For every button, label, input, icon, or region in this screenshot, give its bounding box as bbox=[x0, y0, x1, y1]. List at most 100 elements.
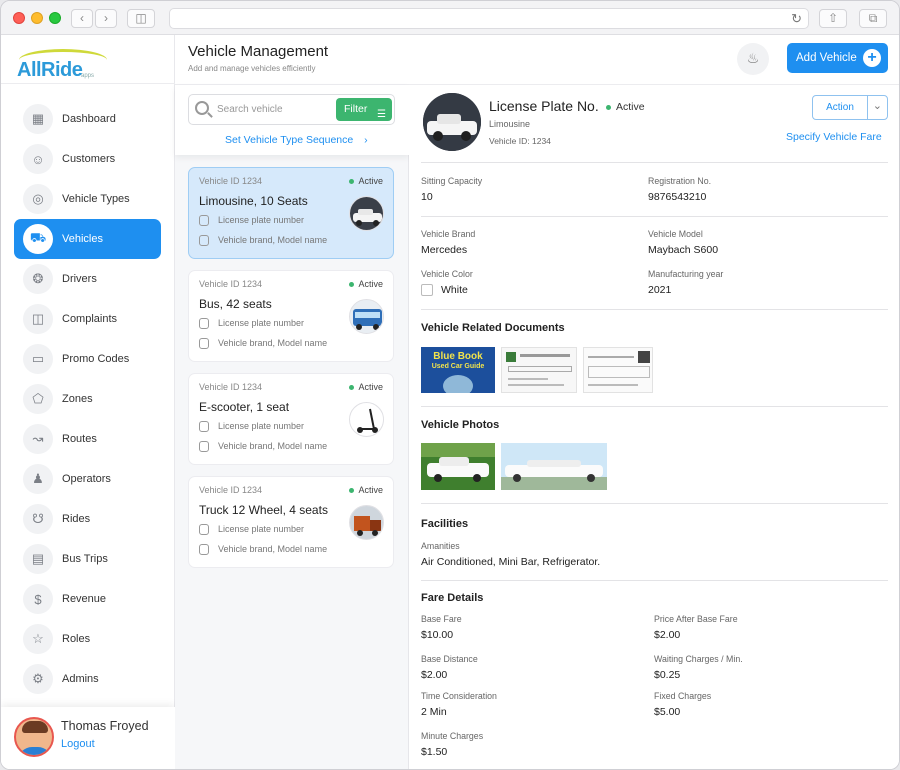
user-card: Thomas Froyed Logout bbox=[1, 707, 175, 769]
vehicle-photo-1[interactable] bbox=[421, 443, 495, 490]
blue-book-title: Blue Book bbox=[433, 351, 483, 362]
divider bbox=[421, 162, 888, 163]
minimize-window-button[interactable] bbox=[31, 12, 43, 24]
registration-value: 9876543210 bbox=[648, 191, 707, 203]
user-name: Thomas Froyed bbox=[61, 719, 149, 733]
brand-text: Vehicle brand, Model name bbox=[218, 544, 328, 554]
avatar[interactable] bbox=[14, 717, 54, 757]
forward-icon[interactable]: › bbox=[95, 9, 117, 28]
vehicle-card[interactable]: Vehicle ID 1234 Active E-scooter, 1 seat… bbox=[188, 373, 394, 465]
status-badge: Active bbox=[349, 176, 383, 186]
filter-label: Filter bbox=[344, 103, 368, 115]
sidebar-item-label: Revenue bbox=[62, 593, 107, 605]
sliders-icon: ☰ bbox=[377, 109, 386, 120]
person-icon: ☺ bbox=[23, 144, 53, 174]
sidebar-item-vehicle-types[interactable]: ◎ Vehicle Types bbox=[14, 179, 161, 219]
minute-label: Minute Charges bbox=[421, 731, 484, 741]
model-label: Vehicle Model bbox=[648, 229, 703, 239]
plate-text: License plate number bbox=[218, 215, 305, 225]
sidebar-item-customers[interactable]: ☺ Customers bbox=[14, 139, 161, 179]
vehicle-photo-2[interactable] bbox=[501, 443, 607, 490]
sidebar-item-label: Vehicles bbox=[62, 233, 103, 245]
sidebar-item-label: Drivers bbox=[62, 273, 97, 285]
filter-button[interactable]: Filter ☰ bbox=[336, 98, 392, 121]
blue-book-document[interactable]: Blue Book Used Car Guide bbox=[421, 347, 495, 393]
color-value: White bbox=[441, 284, 468, 296]
back-icon[interactable]: ‹ bbox=[71, 9, 93, 28]
doc-seal bbox=[506, 352, 516, 362]
doc-qr-code bbox=[638, 351, 650, 363]
sidebar-item-drivers[interactable]: ❂ Drivers bbox=[14, 259, 161, 299]
divider bbox=[421, 216, 888, 217]
zones-icon: ⬠ bbox=[23, 384, 53, 414]
vehicle-id: Vehicle ID: 1234 bbox=[489, 136, 551, 146]
sidebar-item-dashboard[interactable]: ▦ Dashboard bbox=[14, 99, 161, 139]
sidebar-item-rides[interactable]: ☋ Rides bbox=[14, 499, 161, 539]
app-logo[interactable]: AllRide apps bbox=[15, 47, 135, 83]
vehicle-card[interactable]: Vehicle ID 1234 Active Truck 12 Wheel, 4… bbox=[188, 476, 394, 568]
action-dropdown[interactable]: Action ⌄ bbox=[812, 95, 888, 120]
sidebar-item-zones[interactable]: ⬠ Zones bbox=[14, 379, 161, 419]
logo-sub: apps bbox=[81, 73, 95, 79]
doc-line bbox=[508, 378, 548, 380]
sidebar-item-label: Promo Codes bbox=[62, 353, 130, 365]
sidebar-item-bus-trips[interactable]: ▤ Bus Trips bbox=[14, 539, 161, 579]
specify-fare-link[interactable]: Specify Vehicle Fare bbox=[786, 131, 882, 143]
brand-text: Vehicle brand, Model name bbox=[218, 338, 328, 348]
bell-icon[interactable]: ♨ bbox=[737, 43, 769, 75]
scooter-thumbnail bbox=[349, 402, 384, 437]
vehicle-title: Truck 12 Wheel, 4 seats bbox=[199, 503, 328, 517]
sidebar-item-admins[interactable]: ⚙ Admins bbox=[14, 659, 161, 699]
registration-label: Registration No. bbox=[648, 176, 712, 186]
plate-text: License plate number bbox=[218, 524, 305, 534]
sidebar-item-promo-codes[interactable]: ▭ Promo Codes bbox=[14, 339, 161, 379]
sidebar-item-operators[interactable]: ♟ Operators bbox=[14, 459, 161, 499]
sidebar-item-routes[interactable]: ↝ Routes bbox=[14, 419, 161, 459]
sidebar-item-revenue[interactable]: $ Revenue bbox=[14, 579, 161, 619]
operator-icon: ♟ bbox=[23, 464, 53, 494]
facilities-title: Facilities bbox=[421, 518, 469, 530]
search-input[interactable]: Search vehicle Filter ☰ bbox=[188, 94, 395, 125]
amenities-value: Air Conditioned, Mini Bar, Refrigerator. bbox=[421, 556, 601, 568]
sidebar-item-label: Dashboard bbox=[62, 113, 116, 125]
tabs-icon[interactable]: ⧉ bbox=[859, 9, 887, 28]
reload-icon[interactable]: ↻ bbox=[791, 11, 802, 27]
vehicle-card[interactable]: Vehicle ID 1234 Active Limousine, 10 Sea… bbox=[188, 167, 394, 259]
address-bar[interactable]: ↻ bbox=[169, 8, 809, 29]
doc-table bbox=[588, 366, 650, 378]
sidebar-item-label: Complaints bbox=[62, 313, 118, 325]
registration-document[interactable] bbox=[501, 347, 577, 393]
chevron-right-icon: › bbox=[364, 134, 368, 146]
close-window-button[interactable] bbox=[13, 12, 25, 24]
avatar-shirt bbox=[18, 747, 52, 755]
doc-line bbox=[588, 384, 638, 386]
brand-line: Vehicle brand, Model name bbox=[199, 338, 328, 350]
blue-book-subtitle: Used Car Guide bbox=[431, 363, 485, 370]
brand-line: Vehicle brand, Model name bbox=[199, 544, 328, 556]
vehicle-id: Vehicle ID 1234 bbox=[199, 279, 263, 289]
route-icon: ↝ bbox=[23, 424, 53, 454]
plate-line: License plate number bbox=[199, 318, 304, 330]
share-icon[interactable]: ⇧ bbox=[819, 9, 847, 28]
status-badge: Active bbox=[349, 382, 383, 392]
documents-title: Vehicle Related Documents bbox=[421, 322, 565, 334]
title-document[interactable] bbox=[583, 347, 653, 393]
sidebar-item-label: Admins bbox=[62, 673, 99, 685]
vehicle-card[interactable]: Vehicle ID 1234 Active Bus, 42 seats Lic… bbox=[188, 270, 394, 362]
brand-icon bbox=[199, 544, 209, 556]
sidebar-item-complaints[interactable]: ◫ Complaints bbox=[14, 299, 161, 339]
logout-link[interactable]: Logout bbox=[61, 738, 95, 750]
sidebar-toggle-icon[interactable]: ◫ bbox=[127, 9, 155, 28]
vehicle-title: Limousine, 10 Seats bbox=[199, 194, 308, 208]
vehicle-title: Bus, 42 seats bbox=[199, 297, 272, 311]
truck-thumbnail bbox=[349, 505, 384, 540]
add-vehicle-button[interactable]: Add Vehicle + bbox=[787, 43, 888, 73]
add-vehicle-label: Add Vehicle bbox=[796, 52, 857, 64]
sidebar-item-vehicles[interactable]: ⛟ Vehicles bbox=[14, 219, 161, 259]
sidebar-item-roles[interactable]: ☆ Roles bbox=[14, 619, 161, 659]
fixed-value: $5.00 bbox=[654, 706, 681, 718]
brand-value: Mercedes bbox=[421, 244, 468, 256]
set-sequence-link[interactable]: Set Vehicle Type Sequence › bbox=[225, 134, 368, 146]
maximize-window-button[interactable] bbox=[49, 12, 61, 24]
amenities-label: Amanities bbox=[421, 541, 460, 551]
